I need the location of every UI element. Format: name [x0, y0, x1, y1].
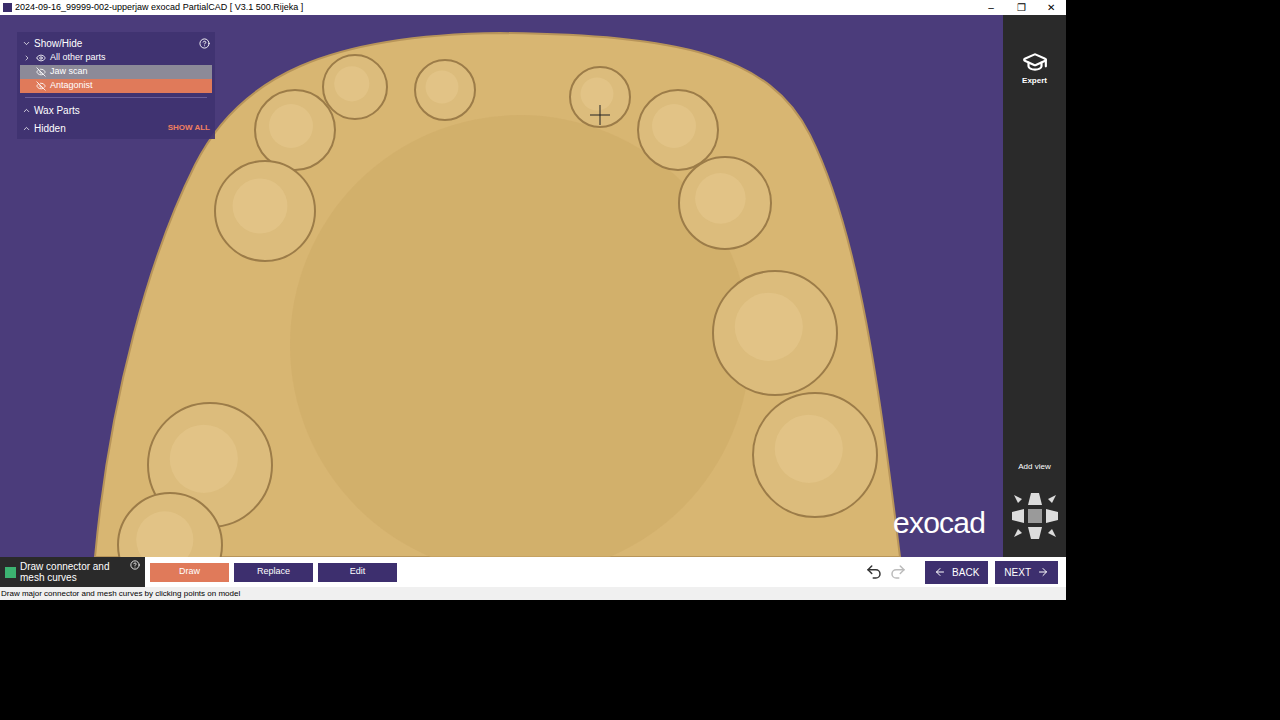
- part-row[interactable]: Jaw scan: [20, 65, 212, 79]
- expert-mode-button[interactable]: Expert: [1022, 49, 1048, 87]
- graduation-cap-icon: [1022, 49, 1048, 75]
- next-button[interactable]: NEXT: [995, 561, 1058, 584]
- chevron-down-icon: [22, 39, 31, 48]
- section-label: Wax Parts: [34, 103, 210, 118]
- tool-buttons: Draw Replace Edit: [150, 563, 397, 582]
- view-cube-icon[interactable]: [1006, 487, 1064, 545]
- panel-section[interactable]: Wax Parts: [17, 102, 215, 118]
- app-window: 2024-09-16_99999-002-upperjaw exocad Par…: [0, 0, 1066, 600]
- part-label: Jaw scan: [50, 65, 88, 79]
- right-sidebar: Expert Add view: [1003, 15, 1066, 557]
- tooth: [713, 271, 837, 395]
- status-bar: Draw major connector and mesh curves by …: [0, 587, 1066, 600]
- tool-button[interactable]: Replace: [234, 563, 313, 582]
- title-bar: 2024-09-16_99999-002-upperjaw exocad Par…: [0, 0, 1066, 15]
- section-label: Hidden: [34, 121, 165, 136]
- mode-label: Expert: [1022, 75, 1047, 87]
- chevron-right-icon: [23, 54, 31, 62]
- bottom-toolbar: Draw connector and mesh curves Draw Replac…: [0, 557, 1066, 587]
- window-title: 2024-09-16_99999-002-upperjaw exocad Par…: [15, 1, 976, 15]
- step-label: Draw connector and mesh curves: [20, 561, 126, 583]
- arrow-right-icon: [1037, 566, 1049, 578]
- panel-section[interactable]: HiddenSHOW ALL: [17, 120, 215, 136]
- add-view-button[interactable]: Add view: [1018, 461, 1050, 473]
- part-row[interactable]: Antagonist: [20, 79, 212, 93]
- workspace: Show/HideAll other partsJaw scanAntagoni…: [0, 15, 1066, 557]
- chevron-up-icon: [22, 124, 31, 133]
- viewport[interactable]: Show/HideAll other partsJaw scanAntagoni…: [0, 15, 1003, 557]
- window-control-button[interactable]: ✕: [1036, 3, 1066, 13]
- tooth: [323, 55, 387, 119]
- help-icon[interactable]: [199, 38, 210, 49]
- tooth: [679, 157, 771, 249]
- panel-divider: [25, 97, 207, 98]
- help-icon[interactable]: [130, 560, 140, 570]
- redo-icon[interactable]: [889, 563, 907, 581]
- window-control-button[interactable]: –: [976, 3, 1006, 13]
- screen: 2024-09-16_99999-002-upperjaw exocad Par…: [0, 0, 1280, 720]
- tooth: [255, 90, 335, 170]
- back-button[interactable]: BACK: [925, 561, 988, 584]
- step-status-mark: [5, 567, 16, 578]
- eye-off-icon[interactable]: [36, 67, 46, 77]
- chevron-up-icon: [22, 106, 31, 115]
- palate-vault: [290, 115, 750, 557]
- part-label: All other parts: [50, 51, 106, 65]
- app-icon: [3, 3, 12, 12]
- tooth: [215, 161, 315, 261]
- exocad-watermark: exocad: [893, 508, 985, 538]
- eye-off-icon[interactable]: [36, 81, 46, 91]
- panel-title: Show/Hide: [34, 36, 196, 51]
- tooth: [638, 90, 718, 170]
- step-label-box: Draw connector and mesh curves: [0, 557, 145, 587]
- show-all-button[interactable]: SHOW ALL: [168, 122, 210, 134]
- tooth: [415, 60, 475, 120]
- arrow-left-icon: [934, 566, 946, 578]
- tool-button[interactable]: Draw: [150, 563, 229, 582]
- part-label: Antagonist: [50, 79, 93, 93]
- undo-icon[interactable]: [865, 563, 883, 581]
- panel-header[interactable]: Show/Hide: [17, 35, 215, 51]
- window-control-button[interactable]: ❐: [1006, 3, 1036, 13]
- tool-button[interactable]: Edit: [318, 563, 397, 582]
- crosshair-cursor-icon: [590, 105, 610, 125]
- part-row[interactable]: All other parts: [20, 51, 212, 65]
- eye-icon[interactable]: [36, 53, 46, 63]
- tooth: [753, 393, 877, 517]
- tooth: [118, 493, 222, 557]
- show-hide-panel: Show/HideAll other partsJaw scanAntagoni…: [17, 32, 215, 139]
- tooth: [570, 67, 630, 127]
